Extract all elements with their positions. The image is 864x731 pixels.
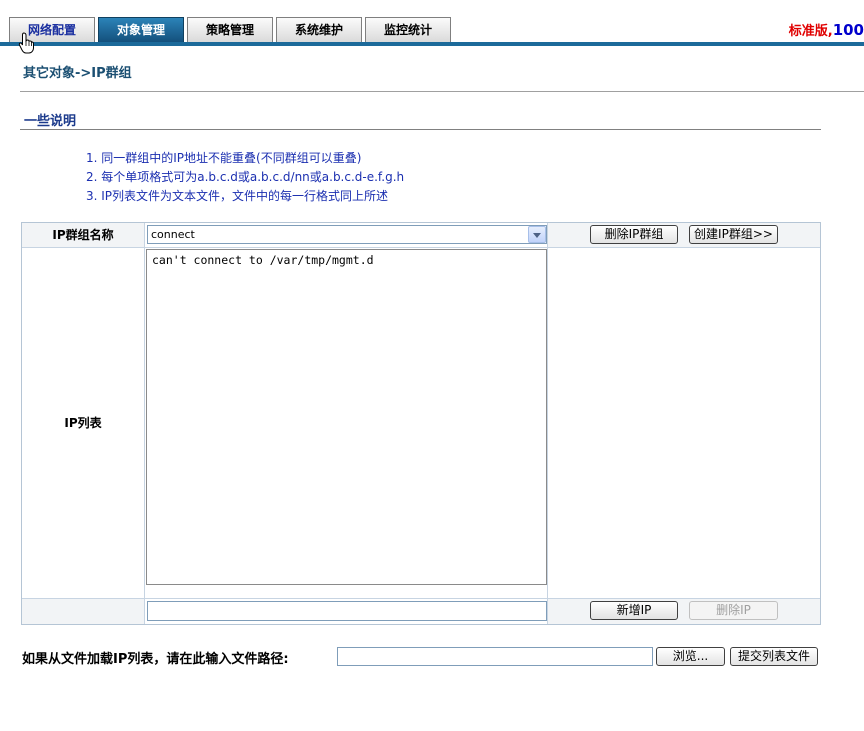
- top-nav-bar: 网络配置 对象管理 策略管理 系统维护 监控统计 标准版,100: [0, 0, 864, 54]
- delete-group-button[interactable]: 删除IP群组: [590, 225, 678, 244]
- tab-object-management[interactable]: 对象管理: [98, 17, 184, 42]
- tab-system-maintenance[interactable]: 系统维护: [276, 17, 362, 42]
- tab-bar-underline: [0, 42, 864, 46]
- edition-label: 标准版,100: [789, 20, 864, 39]
- breadcrumb: 其它对象->IP群组: [23, 66, 132, 81]
- ip-list-label: IP列表: [22, 248, 145, 599]
- tab-monitoring-stats[interactable]: 监控统计: [365, 17, 451, 42]
- note-item: 1. 同一群组中的IP地址不能重叠(不同群组可以重叠): [86, 151, 362, 165]
- hand-pointer-icon: [18, 32, 34, 54]
- notes-list: 1. 同一群组中的IP地址不能重叠(不同群组可以重叠) 2. 每个单项格式可为a…: [86, 149, 404, 206]
- group-actions-cell: [548, 223, 820, 248]
- delete-ip-button[interactable]: 删除IP: [689, 601, 778, 620]
- chevron-down-icon[interactable]: [528, 226, 546, 243]
- new-ip-input[interactable]: [147, 601, 547, 621]
- edition-number: 100: [832, 21, 864, 39]
- ip-list-textarea[interactable]: can't connect to /var/tmp/mgmt.d: [146, 249, 547, 585]
- ip-group-table: IP群组名称 connect 删除IP群组 创建IP群组>> IP列表 can'…: [21, 222, 821, 625]
- file-path-input[interactable]: [337, 647, 653, 666]
- note-item: 2. 每个单项格式可为a.b.c.d或a.b.c.d/nn或a.b.c.d-e.…: [86, 170, 405, 184]
- create-group-button[interactable]: 创建IP群组>>: [689, 225, 778, 244]
- group-select[interactable]: connect: [147, 225, 547, 244]
- browse-button[interactable]: 浏览...: [656, 647, 725, 666]
- divider: [20, 91, 864, 92]
- add-ip-button[interactable]: 新增IP: [590, 601, 678, 620]
- submit-list-file-button[interactable]: 提交列表文件: [730, 647, 818, 666]
- ip-list-side-cell: [548, 248, 820, 599]
- new-ip-label-cell: [22, 599, 145, 624]
- divider: [20, 129, 821, 130]
- note-item: 3. IP列表文件为文本文件，文件中的每一行格式同上所述: [86, 189, 389, 203]
- edition-text: 标准版,: [788, 24, 833, 39]
- group-name-label: IP群组名称: [22, 223, 145, 248]
- file-path-label: 如果从文件加载IP列表，请在此输入文件路径:: [22, 652, 289, 667]
- ip-actions-cell: [548, 599, 820, 624]
- notes-title: 一些说明: [24, 114, 77, 129]
- tab-policy-management[interactable]: 策略管理: [187, 17, 273, 42]
